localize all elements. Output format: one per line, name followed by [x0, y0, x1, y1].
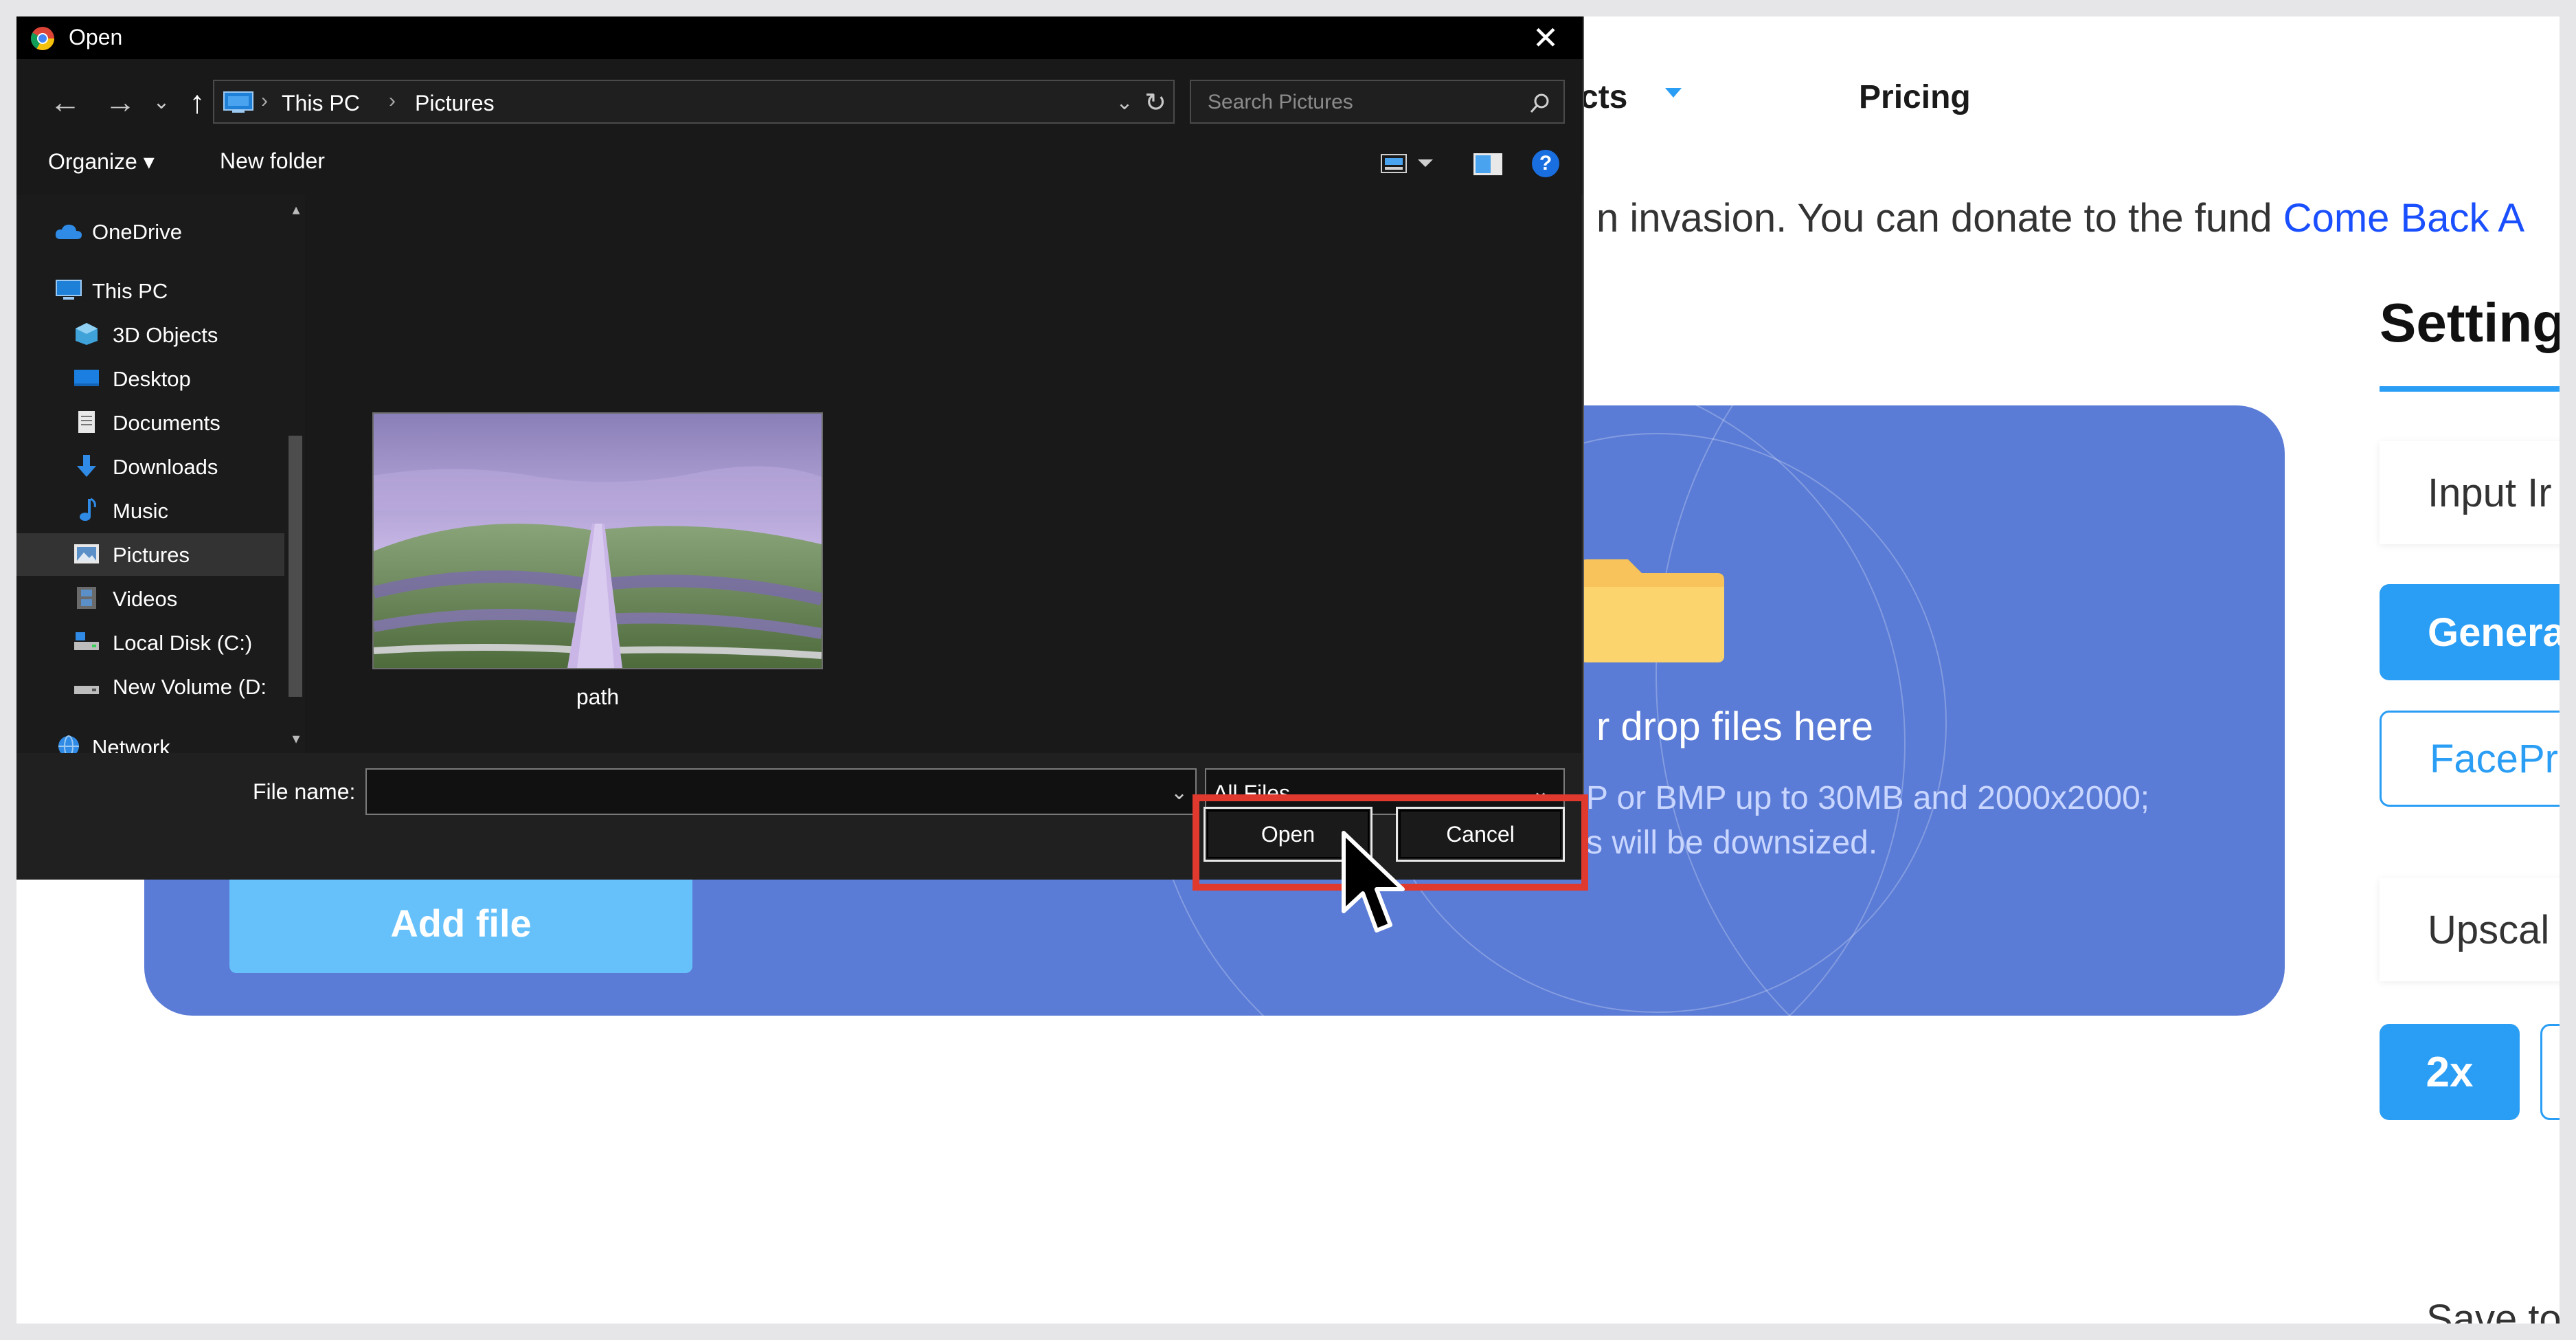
donate-link[interactable]: Come Back A: [2283, 196, 2524, 241]
add-file-button[interactable]: Add file: [229, 873, 692, 973]
sidebar-item-label: This PC: [92, 279, 168, 303]
nav-products[interactable]: cts: [1580, 78, 1627, 116]
sidebar-item-network[interactable]: Network: [16, 726, 284, 753]
mouse-cursor-icon: [1342, 831, 1405, 933]
sidebar-item-documents[interactable]: Documents: [16, 401, 284, 444]
file-list-pane: path: [305, 195, 1581, 753]
screen: cts Pricing n invasion. You can donate t…: [16, 16, 2560, 1324]
landscape-image: [374, 414, 822, 668]
cube-icon: [76, 323, 98, 345]
sidebar-item-new-volume[interactable]: New Volume (D:: [16, 665, 284, 708]
sidebar-item-label: Pictures: [113, 543, 190, 567]
sidebar-item-desktop[interactable]: Desktop: [16, 357, 284, 400]
breadcrumb-separator: ›: [261, 89, 268, 112]
settings-title: Setting: [2380, 292, 2560, 353]
sidebar-item-music[interactable]: Music: [16, 489, 284, 532]
sidebar-item-label: Music: [113, 499, 168, 523]
format-hint-line2: s will be downsized.: [1586, 825, 1878, 861]
recent-locations-icon[interactable]: ⌄: [151, 80, 172, 124]
cancel-button[interactable]: Cancel: [1396, 807, 1565, 862]
network-icon: [58, 735, 79, 753]
back-arrow-icon[interactable]: ←: [47, 80, 84, 124]
music-note-icon: [80, 498, 96, 521]
notice-text: n invasion. You can donate to the fund: [1596, 196, 2283, 241]
organize-menu[interactable]: Organize ▾: [48, 148, 155, 175]
address-row: ← → ⌄ ↑ › This PC › Pictures ⌄ ↻ Search …: [16, 59, 1583, 132]
folder-icon: [1580, 559, 1724, 662]
sidebar-item-label: Local Disk (C:): [113, 631, 253, 655]
file-name-input[interactable]: [365, 768, 1197, 815]
dialog-toolbar: Organize ▾ New folder ?: [16, 132, 1583, 195]
forward-arrow-icon[interactable]: →: [102, 80, 139, 124]
sidebar-item-label: OneDrive: [92, 220, 182, 244]
generate-button[interactable]: Genera: [2380, 584, 2560, 680]
sidebar-item-label: Downloads: [113, 455, 218, 479]
search-icon[interactable]: [1529, 92, 1551, 114]
scroll-down-icon[interactable]: ▾: [287, 730, 305, 748]
preview-pane-icon[interactable]: [1473, 153, 1503, 176]
search-box[interactable]: Search Pictures: [1190, 80, 1565, 124]
refresh-icon[interactable]: ↻: [1142, 85, 1169, 120]
sidebar-item-local-disk[interactable]: Local Disk (C:): [16, 621, 284, 664]
computer-icon: [56, 280, 82, 300]
chevron-down-icon[interactable]: ⌄: [1171, 781, 1188, 805]
dialog-titlebar[interactable]: Open ✕: [16, 16, 1583, 59]
desktop-icon: [74, 370, 99, 386]
navigation-pane: OneDrive This PC 3D Objects Desktop Docu…: [16, 195, 301, 753]
settings-tab-underline: [2380, 386, 2560, 392]
change-view-icon[interactable]: [1381, 154, 1407, 173]
nav-pricing[interactable]: Pricing: [1859, 78, 1971, 116]
format-hint-line1: P or BMP up to 30MB and 2000x2000;: [1586, 780, 2150, 816]
breadcrumb-separator: ›: [389, 89, 396, 112]
scrollbar-thumb[interactable]: [289, 436, 302, 697]
sidebar-item-videos[interactable]: Videos: [16, 577, 284, 620]
file-name-label[interactable]: path: [372, 684, 823, 710]
address-dropdown-icon[interactable]: ⌄: [1114, 85, 1135, 120]
sidebar-item-label: Videos: [113, 587, 178, 611]
sidebar-item-label: 3D Objects: [113, 323, 218, 347]
download-arrow-icon: [77, 455, 96, 477]
file-open-dialog: Open ✕ ← → ⌄ ↑ › This PC › Pictures ⌄ ↻: [16, 16, 1584, 880]
notice-banner: n invasion. You can donate to the fund C…: [1596, 195, 2524, 241]
dialog-title: Open: [69, 25, 123, 49]
sidebar-item-downloads[interactable]: Downloads: [16, 445, 284, 488]
sidebar-item-this-pc[interactable]: This PC: [16, 269, 284, 312]
this-pc-icon: [223, 91, 253, 113]
sidebar-item-label: Desktop: [113, 367, 191, 391]
new-folder-button[interactable]: New folder: [220, 148, 325, 174]
address-bar[interactable]: › This PC › Pictures ⌄ ↻: [213, 80, 1175, 124]
file-thumbnail-path[interactable]: [372, 412, 823, 669]
up-arrow-icon[interactable]: ↑: [181, 80, 213, 124]
pictures-icon: [74, 544, 99, 563]
scale-2x-button[interactable]: 2x: [2380, 1024, 2520, 1120]
face-processing-button[interactable]: FacePr: [2380, 711, 2560, 807]
chrome-icon: [31, 27, 54, 50]
chevron-down-icon[interactable]: [1665, 88, 1682, 98]
drive-icon: [74, 686, 99, 694]
film-icon: [77, 587, 96, 609]
drive-icon: [74, 632, 99, 650]
input-image-card[interactable]: Input Ir: [2380, 441, 2560, 544]
view-options-caret-icon[interactable]: [1418, 159, 1433, 167]
upscale-card[interactable]: Upscal: [2380, 878, 2560, 981]
documents-icon: [78, 411, 95, 433]
sidebar-scrollbar[interactable]: ▴ ▾: [287, 195, 305, 753]
save-to-label: Save to: [2426, 1297, 2560, 1324]
sidebar-item-label: Documents: [113, 411, 221, 435]
scale-option-button[interactable]: [2540, 1024, 2560, 1120]
drop-files-text: r drop files here: [1596, 704, 1873, 749]
sidebar-item-onedrive[interactable]: OneDrive: [16, 210, 284, 253]
file-name-field-label: File name:: [253, 779, 356, 804]
sidebar-item-3d-objects[interactable]: 3D Objects: [16, 313, 284, 356]
close-icon[interactable]: ✕: [1525, 20, 1566, 56]
onedrive-icon: [55, 224, 82, 239]
sidebar-item-pictures[interactable]: Pictures: [16, 533, 284, 576]
sidebar-item-label: Network: [92, 735, 170, 753]
breadcrumb-pictures[interactable]: Pictures: [415, 91, 495, 116]
help-icon[interactable]: ?: [1532, 150, 1559, 177]
search-input[interactable]: Search Pictures: [1208, 91, 1353, 114]
sidebar-item-label: New Volume (D:: [113, 675, 267, 699]
breadcrumb-this-pc[interactable]: This PC: [282, 91, 360, 116]
scroll-up-icon[interactable]: ▴: [287, 201, 305, 219]
